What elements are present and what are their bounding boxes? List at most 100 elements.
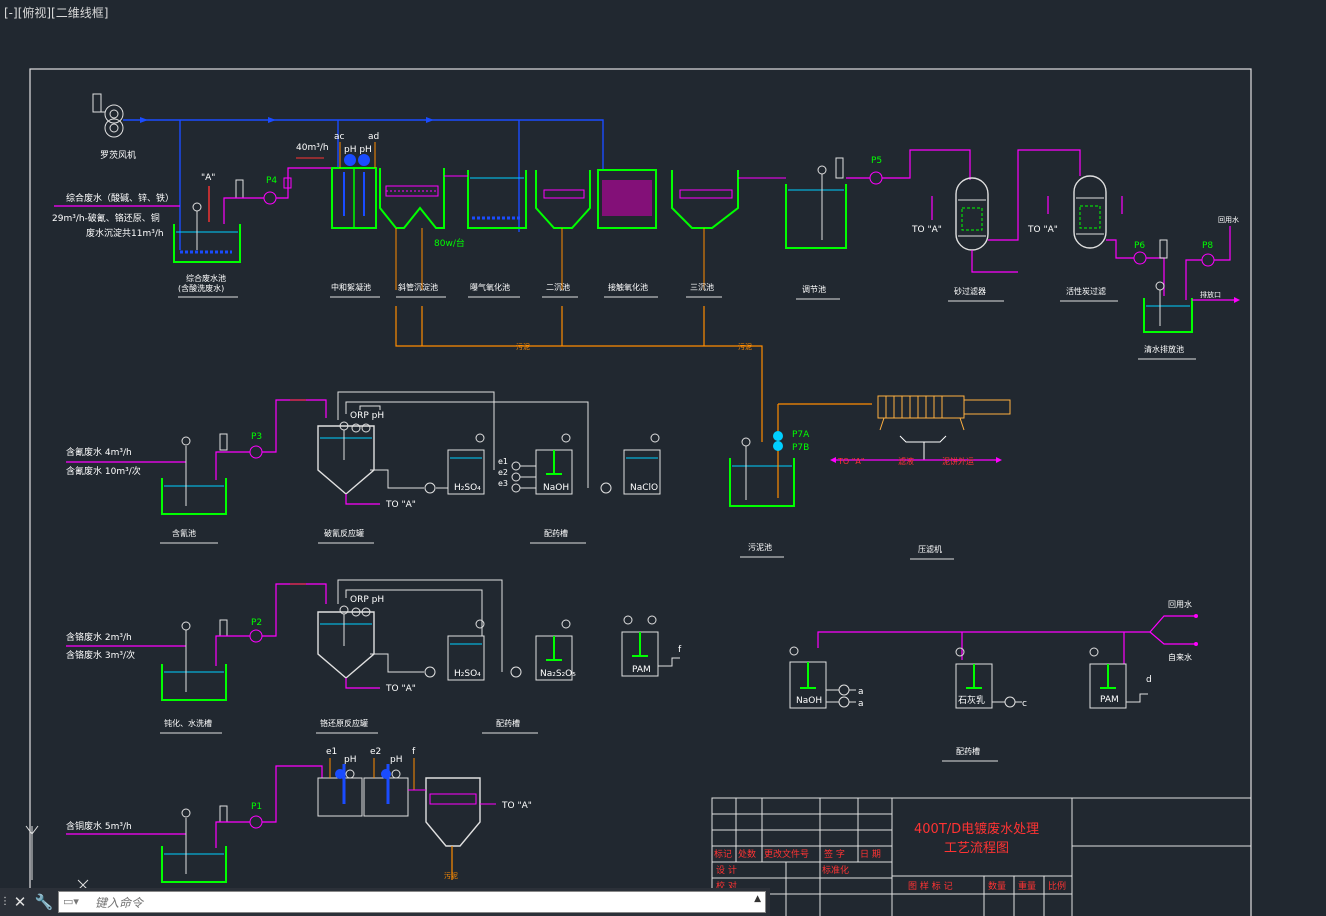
chrome-rinse-tank [161,664,227,701]
right-dosing-section: 回用水 自来水 NaOH a a 石灰乳 c PAM d 配药槽 [789,599,1198,762]
copper-inlet-1: 含铜废水 5m³/h [66,820,132,832]
cyanide-to-a: TO "A" [385,500,416,510]
p1-label: P1 [251,802,262,812]
command-field[interactable]: ▭▾ ▲ [58,891,766,913]
p8-label: P8 [1202,241,1213,251]
tb-sign: 签 字 [824,848,845,860]
sludge-section: P7A P7B TO "A" 滤液 泥饼外运 污泥池 压滤机 [729,395,1011,560]
copper-to-a: TO "A" [501,801,532,811]
tag-c: c [1022,699,1027,709]
cyanide-inlet-1: 含氰废水 4m³/h [66,446,132,458]
tank-label-tertiary: 三沉池 [690,282,714,292]
command-input[interactable] [93,893,737,913]
cyanide-chem-1: H₂SO₄ [454,483,481,493]
pump-p8-icon [1201,253,1215,267]
chrome-chem-1: H₂SO₄ [454,669,481,679]
close-icon[interactable]: ✕ [10,892,30,912]
pump-p1-icon [249,815,263,829]
tb-col-weight: 重量 [1018,880,1036,892]
pump-p4-icon [263,191,277,205]
copper-reaction-tank-1 [317,777,363,817]
dosing-naoh-label: NaOH [796,696,822,706]
svg-text:"A": "A" [201,173,215,183]
cyanide-dosing-label: 配药槽 [544,528,568,538]
cyanide-e3: e3 [498,479,508,488]
dosing-lime-label: 石灰乳 [958,694,985,706]
discharge-label: 排放口 [1200,290,1221,299]
cad-drawing-canvas[interactable]: 罗茨风机 综合废水（酸碱、锌、铁） 29m³/h-破氰、铬还原、铜 废水沉淀共1… [0,0,1326,916]
p7a-label: P7A [792,430,810,440]
wrench-icon[interactable]: 🔧 [34,892,54,912]
tag-a-2: a [858,699,864,709]
tb-count: 处数 [738,848,756,860]
copper-section: 含铜废水 5m³/h P1 e1 e2 f pH pH TO "A" 污泥 [25,747,532,891]
tank-label-clean: 清水排放池 [1144,344,1184,354]
command-line-bar: ⋮ ✕ 🔧 ▭▾ ▲ [0,888,770,916]
tank-label-secondary: 二沉池 [546,282,570,292]
secondary-clarifier [535,170,591,229]
p6-label: P6 [1134,241,1145,251]
p4-label: P4 [266,176,277,186]
clean-water-tank [1143,298,1193,333]
to-a-carbon: TO "A" [1027,225,1058,235]
sludge-label-1: 污泥 [516,343,530,351]
drag-handle-icon[interactable]: ⋮ [0,892,10,912]
tank-label-sand: 砂过滤器 [954,286,986,296]
copper-ph-1: pH [344,755,356,765]
blower-label: 罗茨风机 [100,149,136,161]
pump-p5-icon [869,171,883,185]
cyanide-orp-label: ORP pH [350,411,384,421]
chrome-chem-2: Na₂S₂O₅ [540,669,576,679]
copper-ph-2: pH [390,755,402,765]
chrome-orp-label: ORP pH [350,595,384,605]
copper-f: f [412,747,416,757]
inlet-text-2: 29m³/h-破氰、铬还原、铜 [52,212,160,224]
title-line-1: 400T/D电镀废水处理 [914,821,1039,837]
tank-label-comprehensive: 综合废水池 [186,273,226,283]
tb-change: 更改文件号 [764,848,809,860]
copper-e1: e1 [326,747,337,757]
p3-label: P3 [251,432,262,442]
dosing-pam-label: PAM [1100,695,1119,705]
tb-standard: 标准化 [822,864,849,876]
pump-p6-icon [1133,251,1147,265]
copper-e2: e2 [370,747,381,757]
chrome-reactor-label: 铬还原反应罐 [320,718,368,728]
sludge-tank [729,458,795,507]
tb-col-scale: 比例 [1048,880,1066,892]
title-line-2: 工艺流程图 [944,841,1009,856]
cyanide-section: 含氰废水 4m³/h 含氰废水 10m³/次 P3 ORP pH TO "A" … [66,391,661,544]
roots-blower-icon [92,93,180,138]
cyanide-inlet-2: 含氰废水 10m³/次 [66,465,141,477]
chrome-reactor [317,611,375,679]
cyanide-e2: e2 [498,468,508,477]
pump-p2-icon [249,629,263,643]
pump-p3-icon [249,445,263,459]
cyanide-chem-2: NaOH [543,483,569,493]
p7b-label: P7B [792,443,809,453]
sand-filter [955,177,989,251]
cyanide-chem-3: NaClO [630,483,658,493]
tank-label-comprehensive-sub: (含酸洗废水) [178,283,224,293]
p5-label: P5 [871,156,882,166]
p2-label: P2 [251,618,262,628]
chrome-to-a: TO "A" [385,684,416,694]
tank-label-carbon: 活性炭过滤 [1066,286,1106,296]
tank-label-neutralization: 中和絮凝池 [331,282,371,292]
copper-sludge: 污泥 [444,872,458,880]
tb-date: 日 期 [860,849,881,860]
tb-col-qty: 数量 [988,880,1006,892]
reuse-water-label: 回用水 [1168,599,1192,609]
command-prompt-icon[interactable]: ▭▾ [63,895,79,908]
tag-a-1: a [858,687,864,697]
chrome-tank-label: 钝化、水洗槽 [164,718,212,728]
sludge-label-2: 污泥 [738,343,752,351]
tb-col-mark: 图 样 标 记 [908,880,953,892]
comprehensive-tank [173,224,241,263]
history-scroll-icon[interactable]: ▲ [754,894,761,904]
activated-carbon-filter [1073,175,1107,249]
cyanide-tank-label: 含氰池 [172,528,196,538]
cyanide-reactor-label: 破氰反应罐 [324,528,364,538]
chrome-chem-3: PAM [632,665,651,675]
tertiary-clarifier [671,170,739,229]
